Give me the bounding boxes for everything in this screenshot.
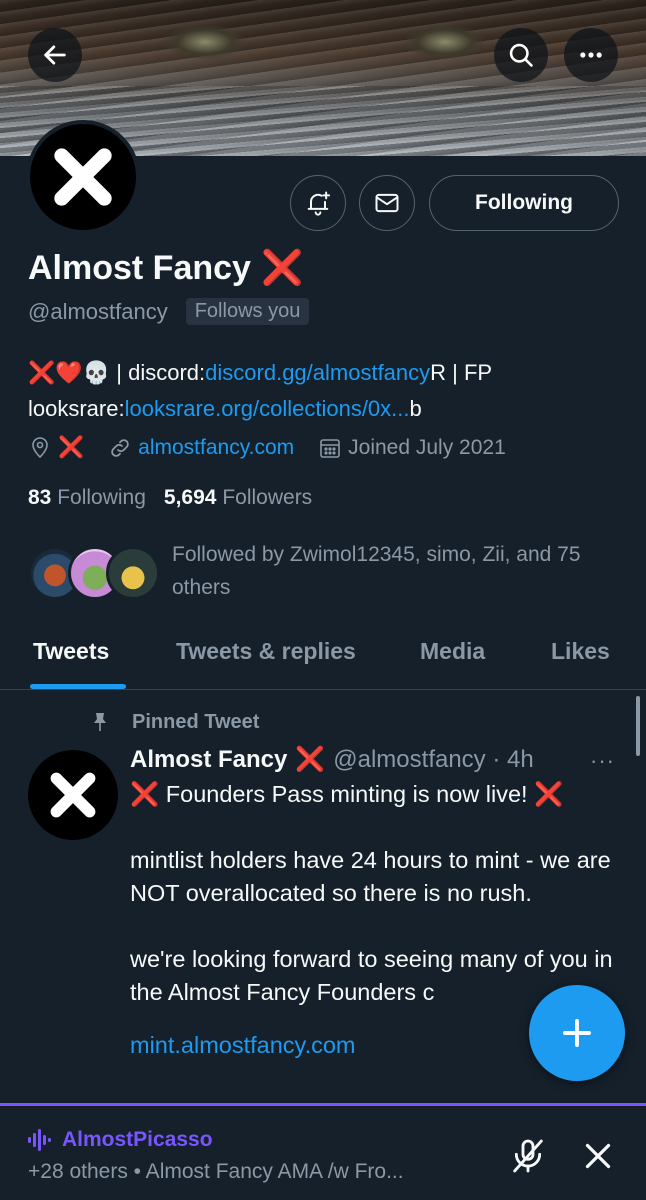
spaces-host-name: AlmostPicasso bbox=[62, 1128, 213, 1151]
name-emoji: ❌ bbox=[260, 249, 304, 287]
profile-tabs: Tweets Tweets & replies Media Likes bbox=[0, 624, 646, 690]
followed-by-avatars[interactable] bbox=[28, 546, 160, 602]
profile-meta: ❌ almostfancy.com Joined July 2021 bbox=[28, 436, 530, 460]
search-icon bbox=[509, 43, 533, 67]
profile-avatar[interactable] bbox=[26, 120, 140, 234]
following-count: 83 bbox=[28, 486, 52, 509]
followers-count: 5,694 bbox=[163, 486, 217, 509]
calendar-icon bbox=[320, 439, 340, 458]
scrollbar[interactable] bbox=[636, 696, 640, 756]
tweet-more-button[interactable]: ··· bbox=[590, 748, 615, 774]
tweet-author-emoji: ❌ bbox=[295, 746, 326, 773]
search-button[interactable] bbox=[494, 28, 548, 82]
compose-tweet-button[interactable] bbox=[529, 985, 625, 1081]
followed-by-text[interactable]: Followed by Zwimol12345, simo, Zii, and … bbox=[172, 538, 622, 604]
tweet-author-handle[interactable]: @almostfancy · 4h bbox=[333, 746, 533, 774]
arrow-left-icon bbox=[44, 45, 66, 65]
bio-looksrare-link[interactable]: looksrare.org/collections/0x... bbox=[125, 396, 410, 421]
link-icon bbox=[111, 439, 129, 457]
back-button[interactable] bbox=[28, 28, 82, 82]
tweet-link[interactable]: mint.almostfancy.com bbox=[130, 1032, 356, 1058]
close-icon[interactable] bbox=[580, 1138, 616, 1174]
spaces-host-row: AlmostPicasso bbox=[28, 1128, 213, 1152]
tweet-line-1: ❌ Founders Pass minting is now live! ❌ bbox=[130, 781, 564, 807]
profile-name-row: Almost Fancy ❌ bbox=[28, 248, 303, 288]
follow-counts: 83 Following 5,694 Followers bbox=[28, 486, 312, 510]
mic-off-icon[interactable] bbox=[508, 1136, 548, 1176]
x-logo-icon bbox=[50, 772, 96, 818]
more-button[interactable] bbox=[564, 28, 618, 82]
envelope-icon bbox=[375, 193, 399, 213]
pinned-label: Pinned Tweet bbox=[132, 710, 260, 733]
following-button[interactable]: Following bbox=[429, 175, 619, 231]
joined-text: Joined July 2021 bbox=[348, 436, 506, 459]
website-item[interactable]: almostfancy.com bbox=[108, 436, 294, 460]
joined-item: Joined July 2021 bbox=[318, 436, 506, 460]
tweet-avatar[interactable] bbox=[28, 750, 118, 840]
x-logo-icon bbox=[54, 148, 112, 206]
tab-media[interactable]: Media bbox=[420, 638, 485, 665]
following-label: Following bbox=[57, 486, 146, 509]
profile-handle: @almostfancy bbox=[28, 298, 168, 324]
follower-avatar bbox=[106, 546, 160, 600]
location-item: ❌ bbox=[28, 436, 84, 460]
follows-you-badge: Follows you bbox=[185, 298, 310, 325]
pin-icon bbox=[94, 713, 106, 731]
profile-name: Almost Fancy bbox=[28, 248, 251, 287]
tweet-header: Almost Fancy ❌ @almostfancy · 4h bbox=[130, 745, 534, 774]
tweet-paragraph-2: mintlist holders have 24 hours to mint -… bbox=[130, 847, 611, 906]
message-button[interactable] bbox=[359, 175, 415, 231]
location-text: ❌ bbox=[58, 436, 85, 459]
spaces-dock[interactable]: AlmostPicasso +28 others • Almost Fancy … bbox=[0, 1103, 646, 1200]
bell-plus-icon bbox=[307, 191, 331, 216]
following-count-link[interactable]: 83 Following bbox=[28, 486, 146, 510]
pinned-label-row: Pinned Tweet bbox=[88, 710, 259, 734]
active-tab-indicator bbox=[30, 684, 126, 689]
plus-icon bbox=[563, 1019, 591, 1047]
tab-tweets[interactable]: Tweets bbox=[33, 638, 109, 665]
tab-tweets-replies[interactable]: Tweets & replies bbox=[176, 638, 356, 665]
spaces-subtitle: +28 others • Almost Fancy AMA /w Fro... bbox=[28, 1160, 404, 1183]
bio-discord-link[interactable]: discord.gg/almostfancy bbox=[205, 360, 430, 385]
website-link[interactable]: almostfancy.com bbox=[138, 436, 294, 460]
followers-count-link[interactable]: 5,694 Followers bbox=[164, 486, 312, 510]
more-horizontal-icon bbox=[580, 52, 602, 58]
tweet-author-name[interactable]: Almost Fancy bbox=[130, 746, 287, 774]
profile-bio: ❌❤️💀 | discord:discord.gg/almostfancyR |… bbox=[28, 355, 628, 427]
bio-suffix: b bbox=[409, 396, 422, 421]
bio-prefix: ❌❤️💀 | discord: bbox=[28, 360, 206, 385]
notifications-button[interactable] bbox=[290, 175, 346, 231]
tab-likes[interactable]: Likes bbox=[551, 638, 610, 665]
handle-row: @almostfancy Follows you bbox=[28, 298, 310, 325]
audio-wave-icon bbox=[28, 1129, 51, 1151]
followers-label: Followers bbox=[222, 486, 313, 509]
location-pin-icon bbox=[32, 437, 48, 459]
